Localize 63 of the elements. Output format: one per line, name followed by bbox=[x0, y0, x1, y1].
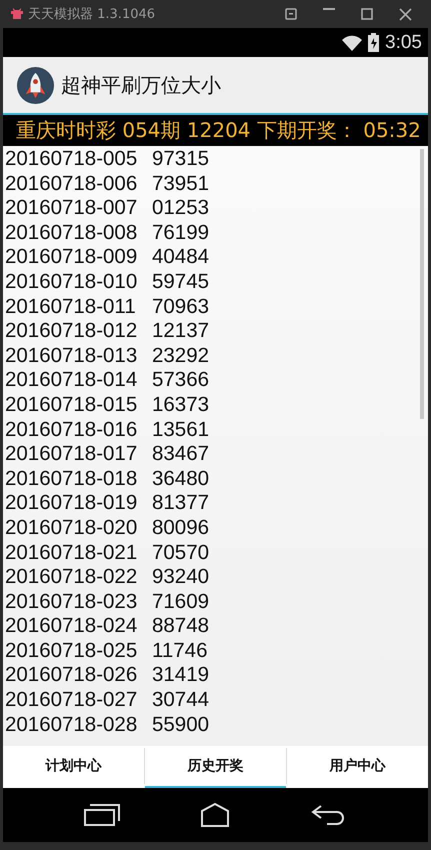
issue-number: 20160718-024 bbox=[5, 614, 138, 639]
app-title: 超神平刷万位大小 bbox=[61, 72, 221, 98]
draw-result: 11746 bbox=[152, 638, 208, 664]
issue-number: 20160718-026 bbox=[5, 663, 138, 688]
issue-number: 20160718-008 bbox=[5, 220, 138, 246]
scrollbar[interactable] bbox=[420, 149, 424, 419]
maximize-icon[interactable] bbox=[361, 8, 373, 20]
draw-result: 30744 bbox=[152, 688, 210, 713]
close-icon[interactable] bbox=[399, 8, 412, 20]
draw-result: 93240 bbox=[152, 565, 210, 590]
battery-icon bbox=[368, 33, 380, 52]
issue-number: 20160718-015 bbox=[5, 392, 138, 418]
rocket-logo-icon bbox=[16, 66, 55, 104]
issue-number: 20160718-011 bbox=[5, 294, 137, 320]
issue-number: 20160718-017 bbox=[5, 442, 138, 467]
draw-result: 71609 bbox=[152, 590, 210, 614]
draw-result: 83467 bbox=[152, 442, 210, 467]
draw-result: 36480 bbox=[152, 466, 210, 492]
draw-ticker: 重庆时时彩 054期 12204 下期开奖： 05:32 bbox=[16, 118, 421, 142]
draw-result: 12137 bbox=[152, 319, 210, 344]
draw-result: 01253 bbox=[152, 196, 210, 221]
issue-number: 20160718-016 bbox=[5, 418, 138, 442]
issue-number: 20160718-009 bbox=[5, 245, 138, 270]
issue-number: 20160718-023 bbox=[5, 590, 138, 614]
draw-result: 16373 bbox=[152, 392, 210, 418]
issue-number: 20160718-028 bbox=[5, 712, 138, 738]
issue-number: 20160718-012 bbox=[5, 319, 138, 344]
draw-result: 70570 bbox=[152, 540, 210, 566]
draw-result: 88748 bbox=[152, 614, 210, 639]
draw-result: 76199 bbox=[152, 220, 210, 246]
issue-number: 20160718-010 bbox=[5, 270, 138, 295]
issue-number: 20160718-014 bbox=[5, 368, 138, 393]
issue-number: 20160718-018 bbox=[5, 466, 138, 492]
issue-number: 20160718-006 bbox=[5, 172, 138, 196]
issue-number: 20160718-020 bbox=[5, 516, 138, 540]
issue-number: 20160718-021 bbox=[5, 540, 138, 566]
issue-number: 20160718-007 bbox=[5, 196, 138, 221]
draw-result: 13561 bbox=[152, 418, 210, 442]
draw-result: 40484 bbox=[152, 245, 210, 270]
bug-logo-icon bbox=[10, 7, 24, 21]
draw-result: 97315 bbox=[152, 147, 210, 172]
recent-apps-icon[interactable] bbox=[84, 804, 120, 826]
issue-number: 20160718-025 bbox=[5, 638, 138, 664]
issue-number: 20160718-013 bbox=[5, 344, 138, 368]
draw-result: 81377 bbox=[152, 491, 210, 516]
issue-number: 20160718-005 bbox=[5, 147, 138, 172]
draw-result: 80096 bbox=[152, 516, 210, 540]
draw-result: 73951 bbox=[152, 172, 210, 196]
draw-result: 31419 bbox=[152, 663, 210, 688]
issue-number: 20160718-022 bbox=[5, 565, 138, 590]
minimize-icon[interactable] bbox=[323, 8, 335, 10]
draw-result: 57366 bbox=[152, 368, 210, 393]
clock: 3:05 bbox=[385, 32, 422, 54]
window-title: 天天模拟器 1.3.1046 bbox=[28, 6, 156, 23]
restore-icon[interactable] bbox=[285, 8, 297, 20]
issue-number: 20160718-019 bbox=[5, 491, 138, 516]
draw-result: 70963 bbox=[152, 294, 210, 320]
wifi-icon bbox=[342, 34, 362, 50]
draw-result: 23292 bbox=[152, 344, 210, 368]
home-icon[interactable] bbox=[201, 803, 230, 827]
draw-result: 59745 bbox=[152, 270, 210, 295]
issue-number: 20160718-027 bbox=[5, 688, 138, 713]
draw-result: 55900 bbox=[152, 712, 210, 738]
